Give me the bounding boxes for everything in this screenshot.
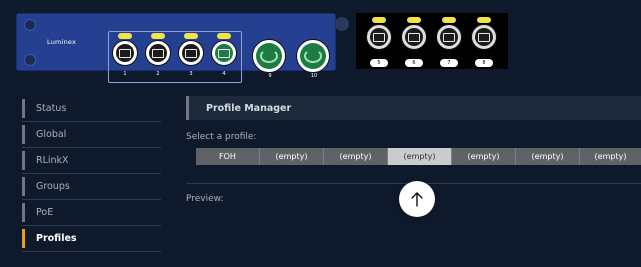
port-label: 9 (268, 73, 272, 79)
rear-port-panel: 5 6 7 8 (356, 13, 508, 69)
mount-hole-top (24, 19, 36, 31)
port-number-badge: 5 (370, 59, 388, 67)
led-icon (477, 17, 491, 23)
led-icon (151, 33, 165, 39)
port-label: 1 (123, 71, 127, 77)
led-icon (442, 17, 456, 23)
port-label: 2 (156, 71, 160, 77)
sidebar-item-rlinkx[interactable]: RLinkX (22, 148, 161, 174)
led-icon (118, 33, 132, 39)
rj45-jack-icon (211, 40, 237, 66)
profile-selector: FOH (empty) (empty) (empty) (empty) (emp… (196, 148, 641, 165)
fiber-port-icon (296, 39, 330, 73)
sidebar-item-label: Groups (36, 181, 70, 192)
port-number-badge: 7 (440, 59, 458, 67)
led-icon (184, 33, 198, 39)
fiber-port-icon (252, 39, 286, 73)
preview-label: Preview: (186, 194, 224, 204)
sidebar-item-label: RLinkX (36, 155, 69, 166)
arrow-up-icon (411, 192, 423, 207)
rj45-jack-icon (436, 24, 462, 50)
led-icon (217, 33, 231, 39)
sidebar-item-profiles[interactable]: Profiles (22, 226, 161, 252)
page-title: Profile Manager (186, 96, 641, 120)
port-number-badge: 6 (405, 59, 423, 67)
sidebar: Status Global RLinkX Groups PoE Profiles (22, 96, 161, 252)
sfp-port-group: 9 10 (252, 33, 334, 79)
profile-button-6[interactable]: (empty) (516, 148, 580, 165)
led-icon (407, 17, 421, 23)
rj45-jack-icon (112, 40, 138, 66)
sidebar-item-label: Profiles (36, 233, 77, 244)
sidebar-item-status[interactable]: Status (22, 96, 161, 122)
rj45-jack-icon (178, 40, 204, 66)
sidebar-item-label: PoE (36, 207, 54, 218)
port-label: 4 (222, 71, 226, 77)
profile-button-1[interactable]: FOH (196, 148, 260, 165)
mount-hole-right (335, 17, 349, 31)
led-icon (372, 17, 386, 23)
profile-button-4[interactable]: (empty) (388, 148, 452, 165)
brand-logo: Luminex (47, 38, 77, 46)
rj45-jack-icon (366, 24, 392, 50)
port-label: 10 (310, 73, 318, 79)
profile-button-7[interactable]: (empty) (580, 148, 641, 165)
profile-button-3[interactable]: (empty) (324, 148, 388, 165)
sidebar-item-poe[interactable]: PoE (22, 200, 161, 226)
port-number-badge: 8 (475, 59, 493, 67)
rj45-jack-icon (401, 24, 427, 50)
port-label: 3 (189, 71, 193, 77)
sidebar-item-label: Global (36, 129, 67, 140)
device-bar: Luminex 1 2 3 4 9 10 5 6 7 8 (0, 0, 641, 83)
rj45-jack-icon (145, 40, 171, 66)
rj45-jack-icon (471, 24, 497, 50)
rj45-port-group: 1 2 3 4 (108, 31, 242, 83)
scroll-top-button[interactable] (399, 181, 435, 217)
profile-button-5[interactable]: (empty) (452, 148, 516, 165)
sidebar-item-label: Status (36, 103, 67, 114)
mount-hole-bottom (24, 54, 36, 66)
profile-button-2[interactable]: (empty) (260, 148, 324, 165)
switch-chassis: Luminex 1 2 3 4 9 10 (16, 13, 336, 83)
sidebar-item-groups[interactable]: Groups (22, 174, 161, 200)
select-profile-label: Select a profile: (186, 132, 257, 142)
sidebar-item-global[interactable]: Global (22, 122, 161, 148)
